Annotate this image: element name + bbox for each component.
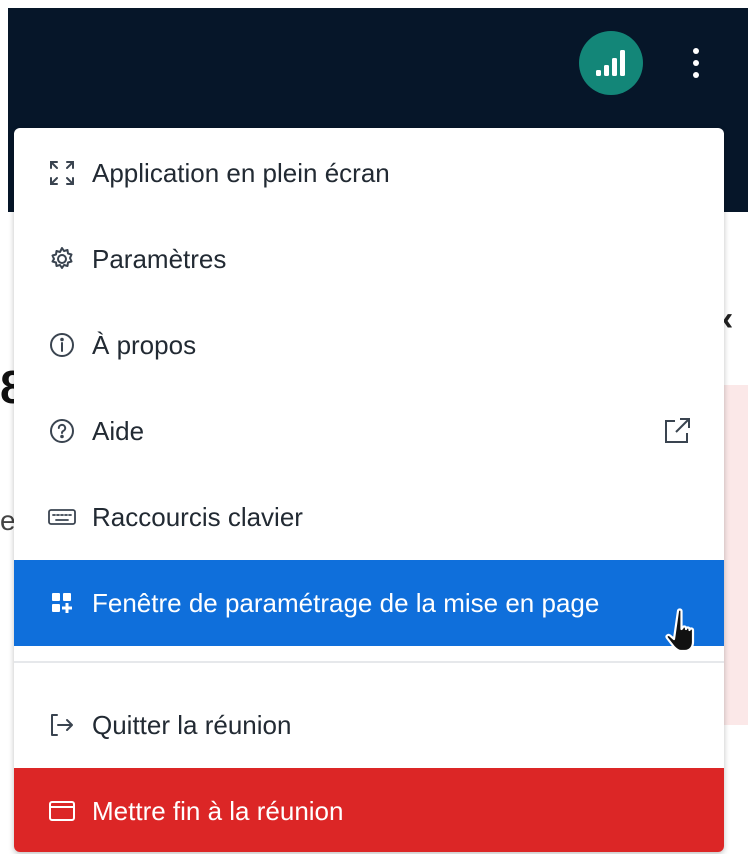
menu-item-label: Quitter la réunion xyxy=(92,709,292,740)
menu-item-fullscreen[interactable]: Application en plein écran xyxy=(14,130,724,216)
menu-item-layout-settings[interactable]: Fenêtre de paramétrage de la mise en pag… xyxy=(14,560,724,646)
menu-item-end-meeting[interactable]: Mettre fin à la réunion xyxy=(14,768,724,852)
menu-item-label: Raccourcis clavier xyxy=(92,501,303,532)
connection-status-button[interactable] xyxy=(579,31,643,95)
menu-item-label: Aide xyxy=(92,415,145,446)
menu-item-label: À propos xyxy=(92,329,197,360)
menu-item-settings[interactable]: Paramètres xyxy=(14,216,724,302)
leave-icon xyxy=(48,711,76,739)
keyboard-icon xyxy=(48,503,76,531)
dot xyxy=(693,48,699,54)
dot xyxy=(693,60,699,66)
background-icon-fragment: ‹ xyxy=(722,300,734,338)
external-link-icon xyxy=(665,418,690,443)
dot xyxy=(693,72,699,78)
hand-pointer-cursor-icon xyxy=(665,608,695,653)
menu-item-help[interactable]: Aide xyxy=(14,388,724,474)
menu-item-label: Mettre fin à la réunion xyxy=(92,795,344,826)
background-text-fragment: e xyxy=(0,505,14,535)
menu-item-label: Application en plein écran xyxy=(92,157,390,188)
menu-divider xyxy=(14,661,724,663)
layout-grid-icon xyxy=(48,589,76,617)
menu-item-label: Fenêtre de paramétrage de la mise en pag… xyxy=(92,587,600,618)
gear-icon xyxy=(48,245,76,273)
help-icon xyxy=(48,417,76,445)
menu-item-leave-meeting[interactable]: Quitter la réunion xyxy=(14,682,724,768)
signal-bars-icon xyxy=(596,50,625,76)
more-options-button[interactable] xyxy=(678,38,714,88)
options-menu: Application en plein écran Paramètres À … xyxy=(14,128,724,852)
background-panel xyxy=(722,385,748,725)
menu-item-label: Paramètres xyxy=(92,243,227,274)
end-meeting-icon xyxy=(48,797,76,825)
fullscreen-icon xyxy=(48,159,76,187)
background-text-fragment: 8 xyxy=(0,361,14,412)
menu-item-keyboard-shortcuts[interactable]: Raccourcis clavier xyxy=(14,474,724,560)
menu-item-about[interactable]: À propos xyxy=(14,302,724,388)
info-icon xyxy=(48,331,76,359)
